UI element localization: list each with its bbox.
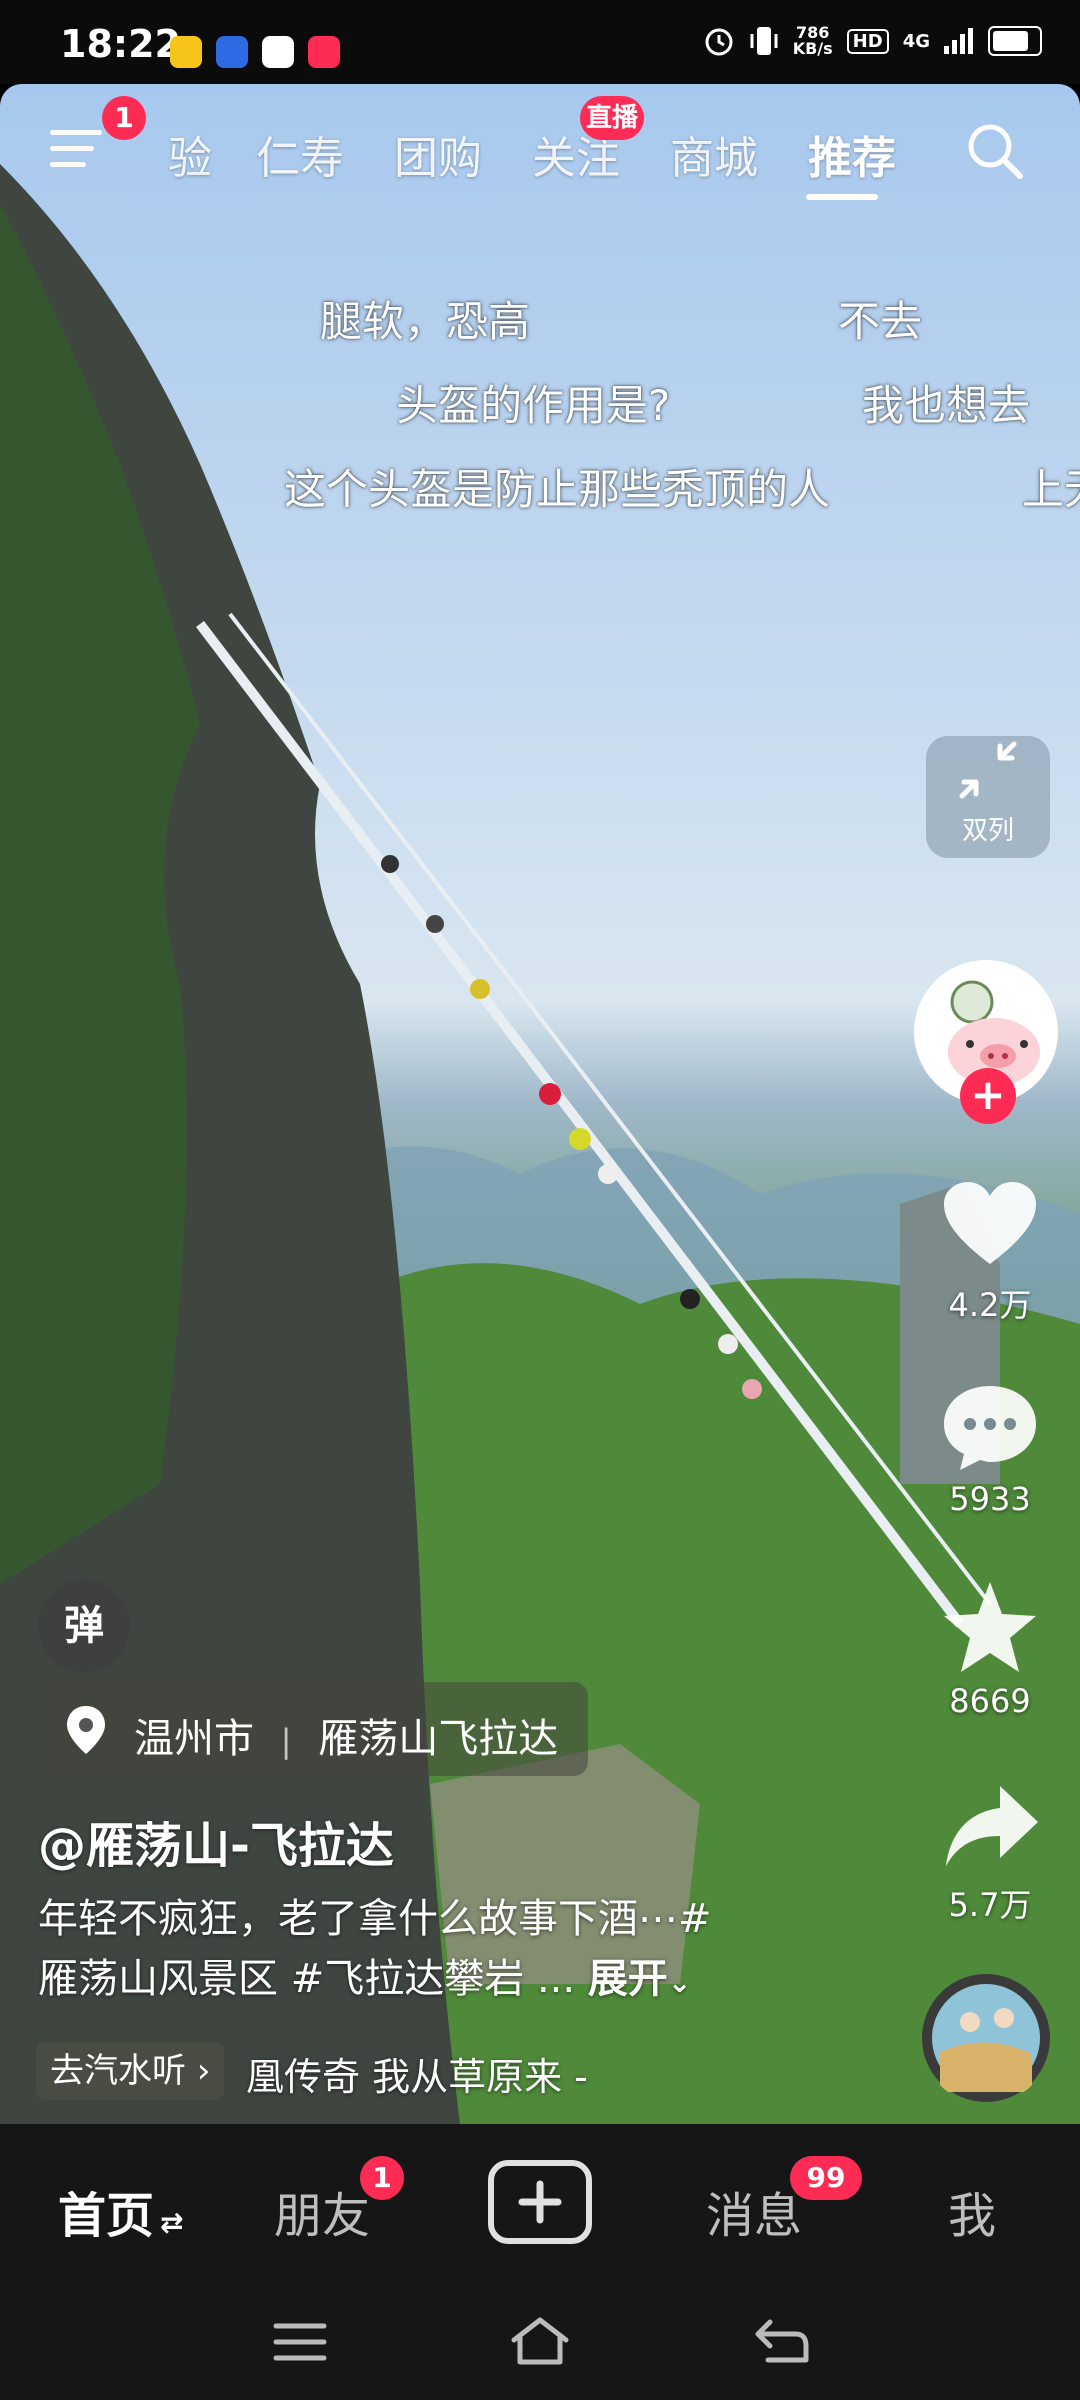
post-description-text: 雁荡山风景区 #飞拉达攀岩 ... — [38, 1956, 576, 2002]
nav-home[interactable]: 首页 ⇄ — [58, 2176, 183, 2246]
dual-column-label: 双列 — [961, 816, 1014, 846]
share-icon[interactable] — [942, 1782, 1042, 1872]
share-count: 5.7万 — [948, 1886, 1032, 1924]
notification-app-icon — [170, 36, 202, 68]
danmaku-comment: 头盔的作用是? — [396, 381, 671, 430]
tab-mall[interactable]: 商城 — [670, 122, 758, 186]
chevron-down-icon: ⌄ — [667, 1966, 692, 1999]
dual-column-button[interactable]: 双列 — [926, 736, 1050, 858]
live-badge: 直播 — [580, 96, 645, 140]
location-text: 温州市 | 雁荡山飞拉达 — [134, 1706, 558, 1764]
music-title: 凰传奇 我从草原来 - — [246, 2055, 588, 2099]
nav-messages[interactable]: 消息 — [706, 2176, 802, 2246]
tab-group-buy[interactable]: 团购 — [394, 122, 482, 186]
plus-icon — [518, 2180, 562, 2224]
status-bar: 18:22 786 KB/s HD 4G — [0, 0, 1080, 84]
create-button[interactable] — [488, 2160, 592, 2244]
signal-icon — [944, 28, 973, 54]
danmaku-comment: 上无 — [1022, 465, 1080, 514]
nav-friends[interactable]: 朋友 — [274, 2176, 370, 2246]
search-icon[interactable] — [964, 120, 1024, 180]
messages-badge: 99 — [790, 2156, 862, 2200]
notification-app-icon — [216, 36, 248, 68]
location-place: 雁荡山飞拉达 — [318, 1716, 559, 1762]
like-count: 4.2万 — [948, 1286, 1032, 1324]
menu-badge: 1 — [102, 96, 146, 140]
favorite-icon[interactable] — [940, 1580, 1040, 1676]
danmaku-toggle-button[interactable]: 弹 — [38, 1580, 130, 1672]
music-source-label: 去汽水听 — [50, 2051, 186, 2091]
location-city: 温州市 — [134, 1716, 254, 1762]
menu-button[interactable] — [50, 124, 106, 170]
music-disc-artwork — [922, 1974, 1050, 2102]
music-source-tag[interactable]: 去汽水听 › — [36, 2042, 225, 2100]
danmaku-comment: 腿软，恐高 — [320, 297, 531, 346]
back-icon[interactable] — [754, 2316, 810, 2366]
network-type: 4G — [902, 30, 930, 52]
follow-button[interactable]: + — [960, 1068, 1016, 1124]
friends-badge: 1 — [360, 2156, 404, 2200]
battery-icon — [988, 26, 1042, 56]
notification-app-icon — [308, 36, 340, 68]
nav-me[interactable]: 我 — [948, 2176, 996, 2246]
top-tabs: 1 验 仁寿 团购 关注 直播 商城 推荐 — [0, 84, 1080, 214]
notification-app-icon — [262, 36, 294, 68]
active-tab-indicator — [806, 194, 878, 200]
collapse-icon — [959, 741, 1017, 799]
home-icon[interactable] — [510, 2314, 570, 2368]
status-time: 18:22 — [60, 22, 181, 66]
status-indicators: 786 KB/s HD 4G — [703, 24, 1042, 58]
location-pin-icon — [67, 1706, 105, 1754]
chevron-right-icon: › — [196, 2051, 211, 2091]
expand-button[interactable]: 展开⌄ — [588, 1956, 691, 2002]
alarm-icon — [705, 28, 733, 56]
location-tag[interactable]: 温州市 | 雁荡山飞拉达 — [36, 1682, 588, 1776]
post-description-line-2: 雁荡山风景区 #飞拉达攀岩 ... 展开⌄ — [38, 1946, 691, 2004]
danmaku-comment: 这个头盔是防止那些秃顶的人 — [284, 465, 831, 514]
comment-icon[interactable] — [940, 1382, 1040, 1474]
danmaku-comment: 不去 — [838, 297, 923, 346]
hd-badge: HD — [846, 28, 889, 54]
recent-apps-icon[interactable] — [272, 2320, 328, 2364]
menu-icon — [50, 130, 102, 135]
vibrate-icon — [750, 27, 778, 55]
system-nav-bar — [0, 2284, 1080, 2400]
tab-partial[interactable]: 验 — [168, 122, 212, 186]
like-icon[interactable] — [940, 1180, 1040, 1270]
music-disc[interactable] — [920, 1972, 1052, 2104]
net-speed: 786 KB/s — [792, 23, 833, 58]
post-description-line-1: 年轻不疯狂，老了拿什么故事下酒⋯# — [38, 1896, 712, 1942]
danmaku-comment: 我也想去 — [862, 381, 1031, 430]
favorite-count: 8669 — [949, 1682, 1031, 1720]
author-name[interactable]: @雁荡山-飞拉达 — [38, 1806, 394, 1876]
tab-renshou[interactable]: 仁寿 — [256, 122, 344, 186]
bottom-nav: 首页 ⇄ 朋友 1 消息 99 我 — [0, 2124, 1080, 2284]
location-separator: | — [280, 1722, 292, 1760]
switch-arrows-icon: ⇄ — [160, 2206, 184, 2239]
tab-recommend[interactable]: 推荐 — [808, 122, 896, 186]
comment-count: 5933 — [949, 1480, 1031, 1518]
